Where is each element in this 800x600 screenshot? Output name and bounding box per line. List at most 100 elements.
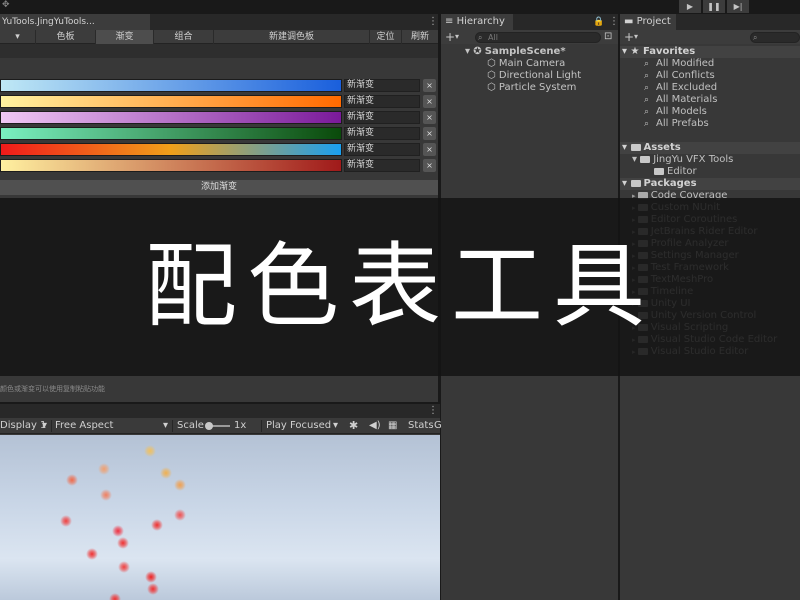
chevron-down-icon[interactable]: ▾ bbox=[333, 418, 338, 434]
asset-label: JingYu VFX Tools bbox=[653, 154, 734, 165]
add-button[interactable]: + bbox=[445, 30, 455, 44]
gradient-preview[interactable] bbox=[0, 143, 342, 156]
add-gradient-button[interactable]: 添加渐变 bbox=[0, 180, 438, 195]
game-menu-icon[interactable]: ⋮ bbox=[428, 403, 438, 419]
locate-button[interactable]: 定位 bbox=[370, 30, 402, 44]
project-search-input[interactable]: ⌕ bbox=[750, 32, 800, 43]
hierarchy-item[interactable]: ⬡ Particle System bbox=[487, 82, 576, 94]
hierarchy-menu-icon[interactable]: ⋮ bbox=[609, 14, 619, 30]
folder-icon bbox=[654, 168, 664, 175]
gradient-name-field[interactable]: 新渐变 bbox=[344, 111, 420, 124]
editor-subbar bbox=[0, 44, 438, 58]
editor-menu-icon[interactable]: ⋮ bbox=[428, 14, 438, 30]
gradient-name-field[interactable]: 新渐变 bbox=[344, 79, 420, 92]
favorite-item[interactable]: ⌕ All Conflicts bbox=[620, 70, 800, 82]
dropdown-arrow-icon[interactable]: ▾ bbox=[0, 30, 36, 44]
play-button[interactable]: ▶ bbox=[679, 0, 701, 13]
particle bbox=[117, 537, 129, 549]
assets-header[interactable]: ▾ Assets bbox=[620, 142, 800, 154]
project-tab-bar: ▬ Project bbox=[620, 14, 800, 30]
expand-arrow-icon[interactable]: ▾ bbox=[622, 178, 631, 189]
hierarchy-tab-bar: ≡ Hierarchy 🔒 ⋮ bbox=[441, 14, 619, 30]
folder-icon bbox=[640, 156, 651, 163]
hierarchy-item[interactable]: ⬡ Directional Light bbox=[487, 70, 581, 82]
grid-icon[interactable]: ▦ bbox=[388, 418, 397, 434]
chevron-down-icon[interactable]: ▾ bbox=[455, 30, 459, 44]
expand-arrow-icon[interactable]: ▾ bbox=[465, 46, 473, 57]
asset-folder[interactable]: Editor bbox=[620, 166, 800, 178]
display-dropdown[interactable]: Display 1 bbox=[0, 418, 46, 434]
gameobject-cube-icon: ⬡ bbox=[487, 70, 499, 81]
scene-row[interactable]: ▾ ✪ SampleScene* bbox=[465, 46, 566, 58]
step-button[interactable]: ▶| bbox=[727, 0, 749, 13]
remove-gradient-button[interactable]: × bbox=[423, 159, 436, 172]
favorite-label: All Models bbox=[656, 106, 707, 117]
main-toolbar: ✥ ▶ ❚❚ ▶| bbox=[0, 0, 800, 14]
packages-header[interactable]: ▾ Packages bbox=[620, 178, 800, 190]
favorite-label: All Materials bbox=[656, 94, 718, 105]
favorite-label: All Conflicts bbox=[656, 70, 715, 81]
particle bbox=[147, 583, 159, 595]
gradient-name-field[interactable]: 新渐变 bbox=[344, 95, 420, 108]
expand-arrow-icon[interactable]: ▾ bbox=[622, 142, 631, 153]
tab-project[interactable]: ▬ Project bbox=[620, 14, 676, 30]
gameobject-cube-icon: ⬡ bbox=[487, 82, 499, 93]
remove-gradient-button[interactable]: × bbox=[423, 127, 436, 140]
gradient-preview[interactable] bbox=[0, 95, 342, 108]
remove-gradient-button[interactable]: × bbox=[423, 143, 436, 156]
favorites-header[interactable]: ▾ ★ Favorites bbox=[620, 46, 800, 58]
star-icon: ★ bbox=[630, 46, 643, 57]
favorite-item[interactable]: ⌕ All Materials bbox=[620, 94, 800, 106]
toolbar-separator bbox=[172, 420, 173, 432]
tool-handle-icon[interactable]: ✥ bbox=[2, 0, 16, 12]
gradient-name-field[interactable]: 新渐变 bbox=[344, 127, 420, 140]
add-button[interactable]: + bbox=[624, 30, 634, 44]
tab-hierarchy[interactable]: ≡ Hierarchy bbox=[441, 14, 513, 30]
pause-button[interactable]: ❚❚ bbox=[703, 0, 725, 13]
overlay-title: 配色表工具 bbox=[144, 233, 655, 340]
search-icon: ⌕ bbox=[753, 33, 758, 42]
remove-gradient-button[interactable]: × bbox=[423, 111, 436, 124]
editor-tab[interactable]: YuTools.JingYuTools... bbox=[0, 14, 150, 30]
gradient-preview[interactable] bbox=[0, 111, 342, 124]
audio-icon[interactable]: ◀) bbox=[369, 418, 381, 434]
gradient-preview[interactable] bbox=[0, 127, 342, 140]
gradient-preview[interactable] bbox=[0, 159, 342, 172]
new-palette-button[interactable]: 新建调色板 bbox=[214, 30, 370, 44]
scene-name: SampleScene* bbox=[484, 46, 566, 57]
gradient-name-field[interactable]: 新渐变 bbox=[344, 159, 420, 172]
gradient-name-field[interactable]: 新渐变 bbox=[344, 143, 420, 156]
asset-folder[interactable]: ▾ JingYu VFX Tools bbox=[620, 154, 800, 166]
favorite-item[interactable]: ⌕ All Modified bbox=[620, 58, 800, 70]
gradient-row: 新渐变 × bbox=[0, 94, 438, 108]
tab-combos[interactable]: 组合 bbox=[154, 30, 214, 44]
chevron-down-icon[interactable]: ▾ bbox=[42, 418, 47, 434]
remove-gradient-button[interactable]: × bbox=[423, 95, 436, 108]
search-options-icon[interactable]: ⊡ bbox=[604, 30, 612, 44]
refresh-button[interactable]: 刷新 bbox=[402, 30, 438, 44]
tab-swatches[interactable]: 色板 bbox=[36, 30, 96, 44]
bug-icon[interactable]: ✱ bbox=[349, 418, 358, 434]
search-icon: ⌕ bbox=[644, 95, 650, 105]
chevron-down-icon[interactable]: ▾ bbox=[634, 30, 638, 44]
favorite-item[interactable]: ⌕ All Models bbox=[620, 106, 800, 118]
expand-arrow-icon[interactable]: ▾ bbox=[622, 46, 631, 57]
gradient-row: 新渐变 × bbox=[0, 110, 438, 124]
aspect-dropdown[interactable]: Free Aspect bbox=[55, 418, 113, 434]
play-mode-dropdown[interactable]: Play Focused bbox=[266, 418, 331, 434]
game-canvas[interactable] bbox=[0, 435, 440, 600]
favorite-item[interactable]: ⌕ All Excluded bbox=[620, 82, 800, 94]
expand-arrow-icon[interactable]: ▾ bbox=[632, 154, 640, 165]
chevron-down-icon[interactable]: ▾ bbox=[163, 418, 168, 434]
stats-button[interactable]: Stats bbox=[408, 418, 434, 434]
hierarchy-search-input[interactable]: ⌕ All bbox=[475, 32, 601, 43]
gradient-preview[interactable] bbox=[0, 79, 342, 92]
unity-scene-icon: ✪ bbox=[473, 46, 485, 57]
hierarchy-item[interactable]: ⬡ Main Camera bbox=[487, 58, 565, 70]
tab-gradients[interactable]: 渐变 bbox=[96, 30, 154, 44]
favorite-item[interactable]: ⌕ All Prefabs bbox=[620, 118, 800, 130]
scale-slider-handle[interactable] bbox=[205, 422, 213, 430]
search-icon: ⌕ bbox=[644, 83, 650, 93]
remove-gradient-button[interactable]: × bbox=[423, 79, 436, 92]
lock-icon[interactable]: 🔒 bbox=[593, 14, 604, 30]
